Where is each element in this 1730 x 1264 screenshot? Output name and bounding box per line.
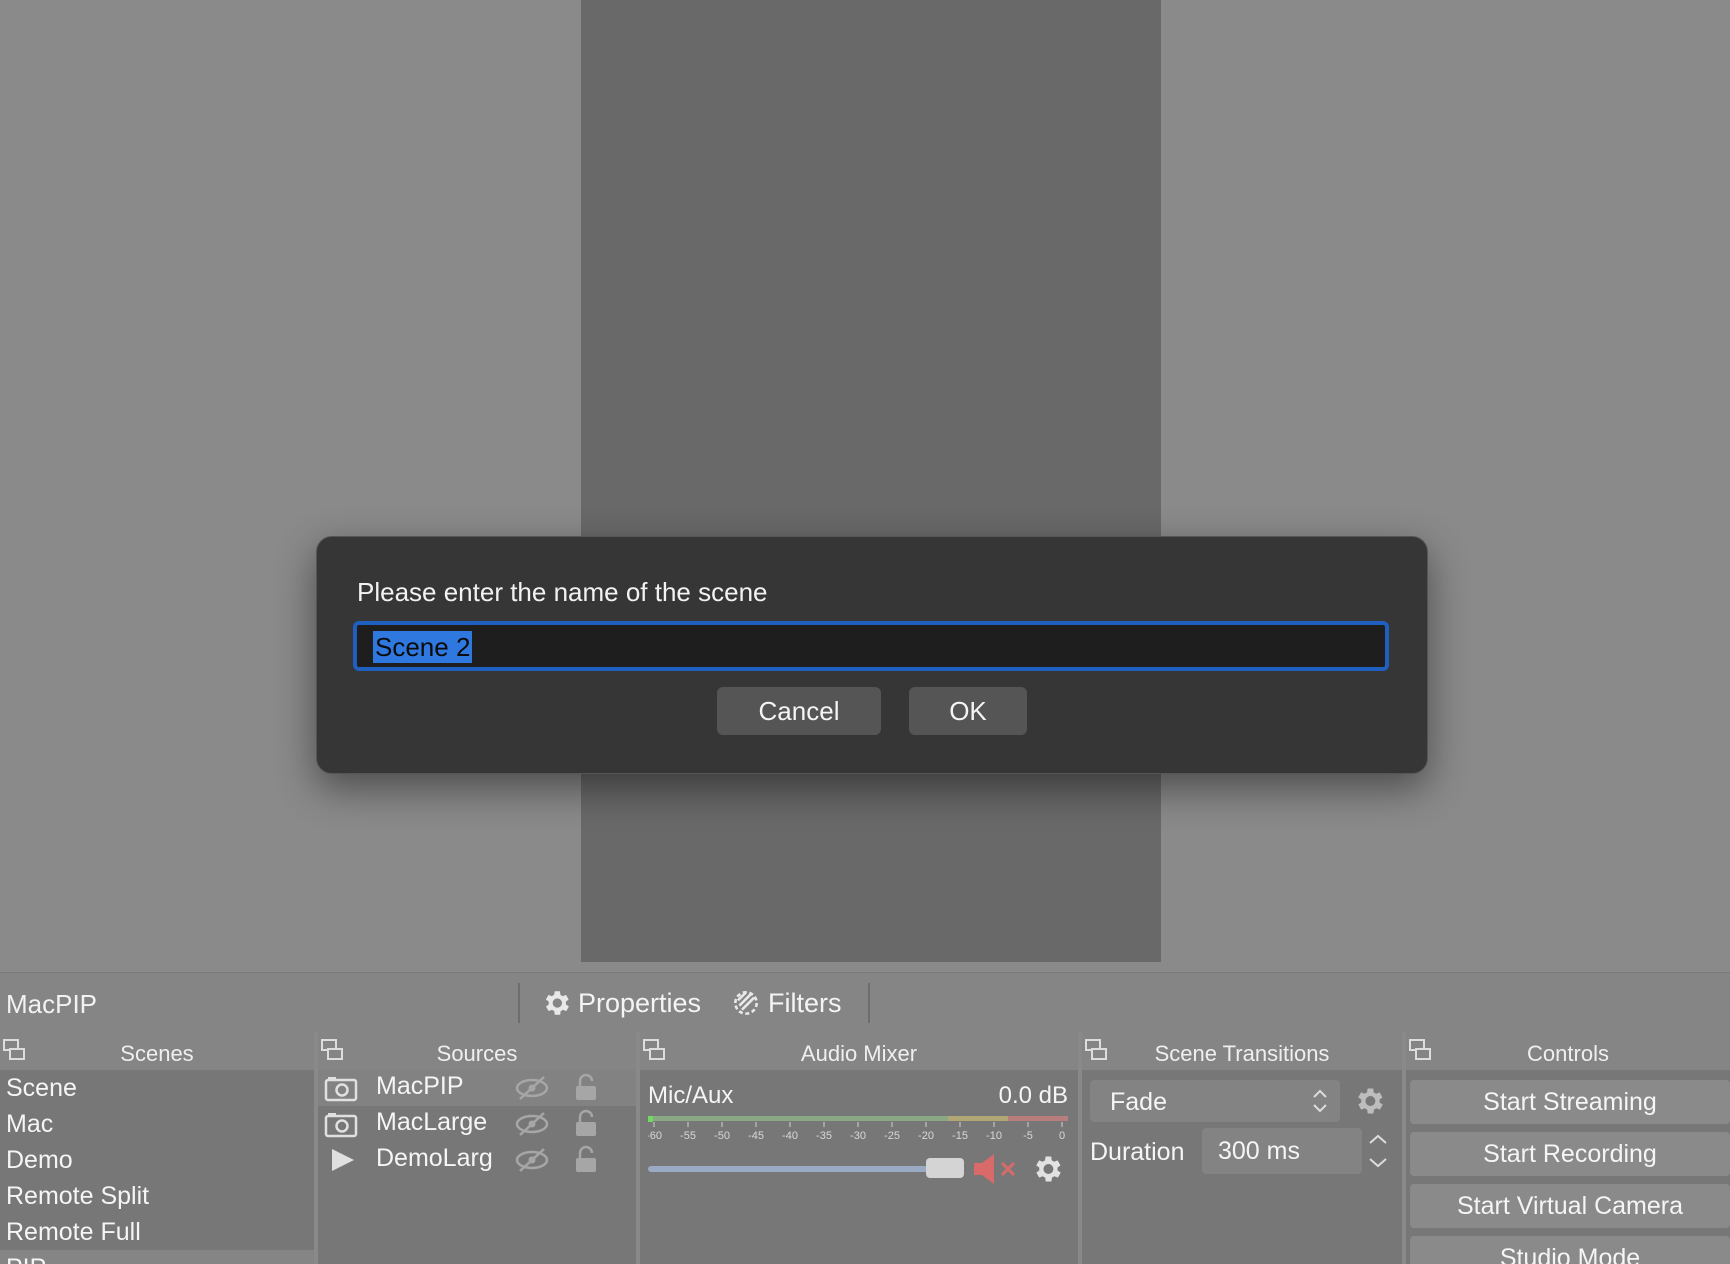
sources-list: MacPIP MacLarge DemoLarg bbox=[318, 1070, 636, 1264]
scenes-list: Scene Mac Demo Remote Split Remote Full … bbox=[0, 1070, 314, 1264]
filters-button[interactable]: Filters bbox=[730, 985, 842, 1021]
filter-icon bbox=[734, 991, 758, 1015]
duration-stepper[interactable] bbox=[1362, 1128, 1394, 1174]
meter-ticks: -60-55-50-45-40-35-30-25-20-15-10-50 bbox=[648, 1122, 1065, 1142]
meter-tick-label: -40 bbox=[782, 1130, 798, 1142]
ok-button[interactable]: OK bbox=[909, 687, 1027, 735]
duration-label: Duration bbox=[1090, 1138, 1185, 1166]
controls-dock-header: Controls bbox=[1406, 1032, 1730, 1070]
sources-title: Sources bbox=[436, 1041, 518, 1066]
scene-name-dialog: Please enter the name of the scene Scene… bbox=[316, 536, 1428, 774]
audio-mixer-dock-header: Audio Mixer bbox=[640, 1032, 1078, 1070]
volume-slider-handle[interactable] bbox=[926, 1158, 964, 1178]
volume-slider-track[interactable] bbox=[648, 1166, 928, 1172]
scenes-dock-header: Scenes bbox=[0, 1032, 314, 1070]
gear-icon bbox=[545, 991, 569, 1015]
source-row[interactable]: DemoLarg bbox=[318, 1142, 636, 1178]
preview-area bbox=[0, 0, 1730, 972]
start-recording-button[interactable]: Start Recording bbox=[1410, 1132, 1730, 1176]
source-toolbar: MacPIP Properties Filters bbox=[0, 972, 1730, 1032]
scene-item[interactable]: Mac bbox=[0, 1106, 314, 1142]
meter-tick-label: -30 bbox=[850, 1130, 866, 1142]
meter-tick-label: -55 bbox=[680, 1130, 696, 1142]
scenes-dock: Scenes Scene Mac Demo Remote Split Remot… bbox=[0, 1032, 314, 1264]
preview-canvas bbox=[581, 0, 1161, 962]
meter-tick-label: -10 bbox=[986, 1130, 1002, 1142]
studio-mode-button[interactable]: Studio Mode bbox=[1410, 1236, 1730, 1264]
meter-tick-label: -20 bbox=[918, 1130, 934, 1142]
controls-title: Controls bbox=[1527, 1041, 1609, 1066]
dialog-prompt: Please enter the name of the scene bbox=[357, 577, 768, 607]
chevron-up-down-icon bbox=[1313, 1089, 1327, 1113]
scene-item[interactable]: Remote Full bbox=[0, 1214, 314, 1250]
toolbar-separator bbox=[518, 983, 520, 1023]
source-row[interactable]: MacPIP bbox=[318, 1070, 636, 1106]
gear-icon[interactable] bbox=[1030, 1152, 1064, 1186]
scene-name-input[interactable] bbox=[353, 621, 1389, 671]
meter-tick-label: -45 bbox=[748, 1130, 764, 1142]
sources-dock: Sources MacPIP MacLarge DemoLarg bbox=[318, 1032, 636, 1264]
meter-tick-label: -60 bbox=[648, 1130, 662, 1142]
scene-transitions-dock-header: Scene Transitions bbox=[1082, 1032, 1402, 1070]
camera-icon bbox=[324, 1077, 358, 1102]
scene-transitions-body: Fade Duration 300 ms bbox=[1082, 1070, 1402, 1264]
audio-mixer-body: Mic/Aux 0.0 dB -60-55-50-45-40-35-30-25-… bbox=[640, 1070, 1078, 1264]
visibility-hidden-icon[interactable] bbox=[514, 1110, 550, 1138]
transition-selected-value: Fade bbox=[1110, 1088, 1167, 1116]
source-row[interactable]: MacLarge bbox=[318, 1106, 636, 1142]
scene-item[interactable]: Demo bbox=[0, 1142, 314, 1178]
source-label: MacLarge bbox=[376, 1108, 488, 1136]
toolbar-separator bbox=[868, 983, 870, 1023]
scene-item[interactable]: PIP bbox=[0, 1250, 314, 1264]
audio-mixer-title: Audio Mixer bbox=[800, 1041, 918, 1066]
duration-value: 300 ms bbox=[1218, 1137, 1300, 1165]
transition-select[interactable]: Fade bbox=[1090, 1080, 1340, 1122]
cancel-button[interactable]: Cancel bbox=[717, 687, 881, 735]
source-label: MacPIP bbox=[376, 1072, 464, 1100]
source-label: DemoLarg bbox=[376, 1144, 493, 1172]
scene-item[interactable]: Remote Split bbox=[0, 1178, 314, 1214]
controls-body: Start Streaming Start Recording Start Vi… bbox=[1406, 1070, 1730, 1264]
scene-transitions-title: Scene Transitions bbox=[1154, 1041, 1330, 1066]
audio-mixer-dock: Audio Mixer Mic/Aux 0.0 dB -60-55-50-45-… bbox=[640, 1032, 1078, 1264]
controls-dock: Controls Start Streaming Start Recording… bbox=[1406, 1032, 1730, 1264]
start-streaming-button[interactable]: Start Streaming bbox=[1410, 1080, 1730, 1124]
start-virtual-camera-button[interactable]: Start Virtual Camera bbox=[1410, 1184, 1730, 1228]
sources-dock-header: Sources bbox=[318, 1032, 636, 1070]
scene-name-input-value[interactable]: Scene 2 bbox=[373, 631, 473, 663]
play-icon bbox=[332, 1149, 354, 1171]
camera-icon bbox=[324, 1113, 358, 1138]
selected-source-name: MacPIP bbox=[6, 989, 98, 1019]
visibility-hidden-icon[interactable] bbox=[514, 1146, 550, 1174]
visibility-hidden-icon[interactable] bbox=[514, 1074, 550, 1102]
filters-label: Filters bbox=[768, 987, 842, 1018]
mixer-channel-name: Mic/Aux bbox=[648, 1082, 734, 1109]
meter-tick-label: -25 bbox=[884, 1130, 900, 1142]
meter-tick-label: -5 bbox=[1023, 1130, 1033, 1142]
scenes-title: Scenes bbox=[120, 1041, 194, 1066]
meter-tick-label: -50 bbox=[714, 1130, 730, 1142]
muted-speaker-icon[interactable] bbox=[972, 1152, 1022, 1186]
properties-button[interactable]: Properties bbox=[540, 985, 701, 1021]
mixer-level: 0.0 dB bbox=[998, 1082, 1068, 1109]
unlock-icon[interactable] bbox=[572, 1072, 600, 1102]
duration-input[interactable]: 300 ms bbox=[1202, 1128, 1362, 1174]
unlock-icon[interactable] bbox=[572, 1144, 600, 1174]
unlock-icon[interactable] bbox=[572, 1108, 600, 1138]
properties-label: Properties bbox=[578, 987, 702, 1018]
meter-tick-label: -35 bbox=[816, 1130, 832, 1142]
scene-transitions-dock: Scene Transitions Fade Duration 300 ms bbox=[1082, 1032, 1402, 1264]
meter-tick-label: -15 bbox=[952, 1130, 968, 1142]
volume-meter: -60-55-50-45-40-35-30-25-20-15-10-50 bbox=[648, 1116, 1068, 1142]
meter-tick-label: 0 bbox=[1059, 1130, 1065, 1142]
gear-icon[interactable] bbox=[1352, 1084, 1386, 1118]
scene-item[interactable]: Scene bbox=[0, 1070, 314, 1106]
